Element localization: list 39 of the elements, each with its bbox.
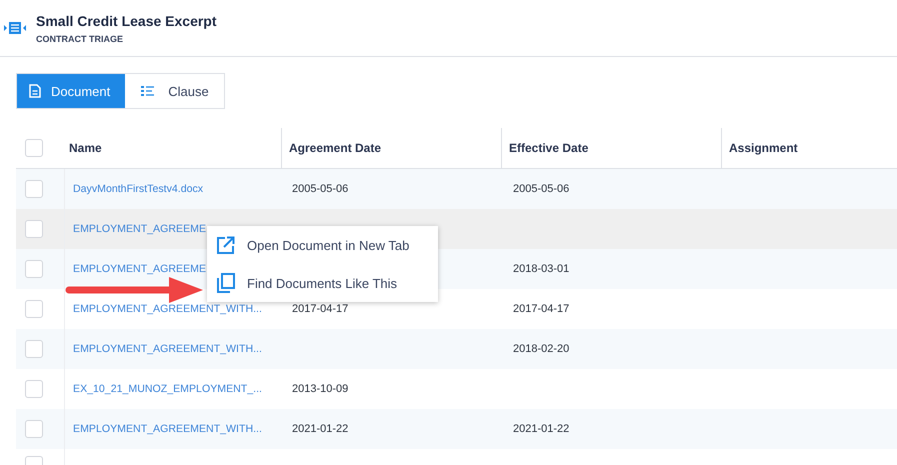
column-header[interactable]: Assignment — [729, 141, 798, 155]
date-cell: 2021-01-22 — [513, 423, 570, 435]
document-link[interactable]: EMPLOYMENT_AGREEMENT_WITH... — [73, 303, 262, 315]
date-cell: 2017-04-17 — [513, 303, 570, 315]
row-checkbox[interactable] — [25, 420, 43, 438]
external-link-icon — [217, 236, 235, 254]
list-icon — [141, 85, 154, 97]
menu-item[interactable]: Open Document in New Tab — [207, 226, 438, 264]
row-checkbox[interactable] — [25, 340, 43, 358]
date-cell: 2018-02-20 — [513, 343, 570, 355]
document-link[interactable]: EMPLOYMENT_AGREEME — [73, 223, 206, 235]
row-checkbox[interactable] — [25, 220, 43, 238]
document-link[interactable]: EX_10_21_MUNOZ_EMPLOYMENT_... — [73, 383, 262, 395]
document-link[interactable]: EMPLOYMENT_AGREEMENT_WITH... — [73, 343, 262, 355]
document-list-icon — [4, 21, 26, 35]
row-checkbox[interactable] — [25, 456, 43, 465]
menu-item[interactable]: Find Documents Like This — [207, 264, 438, 302]
document-link[interactable]: EMPLOYMENT_AGREEMENT_WITH... — [73, 423, 262, 435]
row-checkbox[interactable] — [25, 300, 43, 318]
date-cell: 2013-10-09 — [292, 383, 348, 395]
row-checkbox[interactable] — [25, 380, 43, 398]
view-tab[interactable]: Document — [17, 74, 126, 108]
column-header[interactable]: Name — [69, 141, 102, 155]
column-header[interactable]: Effective Date — [509, 141, 588, 155]
date-cell: 2017-04-17 — [292, 303, 348, 315]
row-checkbox[interactable] — [25, 260, 43, 278]
date-cell: 2005-05-06 — [513, 183, 570, 195]
date-cell: 2018-03-01 — [513, 263, 570, 275]
column-header[interactable]: Agreement Date — [289, 141, 382, 155]
date-cell: 2021-01-22 — [292, 423, 348, 435]
page-title: Small Credit Lease Excerpt — [36, 12, 217, 28]
document-link[interactable]: EMPLOYMENT_AGREEME — [73, 263, 206, 275]
row-checkbox[interactable] — [25, 180, 43, 198]
page-subtitle: CONTRACT TRIAGE — [36, 34, 124, 44]
copy-icon — [217, 273, 235, 293]
document-link[interactable]: DayvMonthFirstTestv4.docx — [73, 183, 204, 195]
date-cell: 2005-05-06 — [292, 183, 348, 195]
select-all-checkbox[interactable] — [25, 139, 43, 157]
document-icon — [29, 84, 41, 98]
